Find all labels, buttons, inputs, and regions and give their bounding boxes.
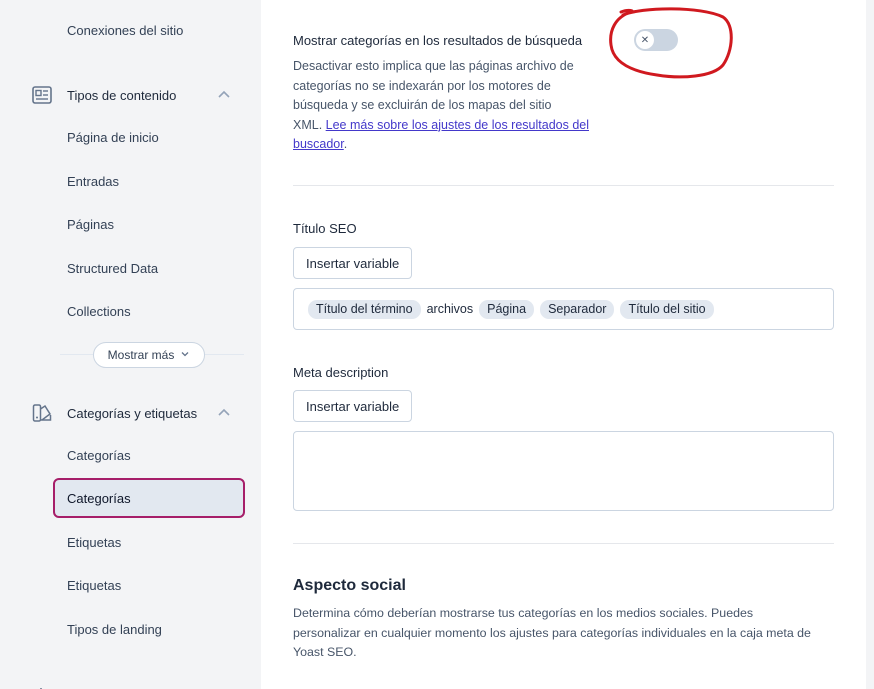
description-line: Desactivar esto implica que las páginas … (293, 59, 574, 73)
description-text: XML. (293, 117, 326, 132)
sidebar-item-home-page[interactable]: Página de inicio (67, 130, 159, 146)
description-line: buscador. (293, 135, 603, 155)
variable-chip-site-title[interactable]: Título del sitio (620, 299, 714, 319)
search-results-description: Desactivar esto implica que las páginas … (293, 57, 603, 155)
description-text: . (343, 137, 348, 151)
section-taxonomies-label: Categorías y etiquetas (67, 405, 198, 421)
social-appearance-description: Determina cómo deberían mostrarse tus ca… (293, 604, 838, 663)
variable-chip-separator[interactable]: Separador (540, 299, 615, 319)
seo-title-input[interactable]: Título del término archivos Página Separ… (293, 288, 834, 330)
sidebar-item-tags-2[interactable]: Etiquetas (67, 578, 121, 594)
insert-variable-button[interactable]: Insertar variable (293, 247, 413, 279)
sidebar-item-categories[interactable]: Categorías (67, 448, 131, 464)
sidebar-item-posts[interactable]: Entradas (67, 174, 119, 190)
search-results-label: Mostrar categorías en los resultados de … (293, 33, 583, 48)
main-panel: Mostrar categorías en los resultados de … (261, 0, 866, 689)
partial-icon (33, 682, 49, 689)
show-more-button[interactable]: Mostrar más (93, 342, 205, 368)
description-line: Determina cómo deberían mostrarse tus ca… (293, 606, 754, 620)
sidebar-item-landing-types[interactable]: Tipos de landing (67, 622, 162, 638)
description-line: XML. Lee más sobre los ajustes de los re… (293, 116, 603, 136)
variable-chip-term-title[interactable]: Título del término (308, 299, 421, 319)
sidebar: Conexiones del sitio Tipos de contenido … (0, 0, 260, 689)
meta-description-input[interactable] (293, 431, 834, 511)
search-settings-link[interactable]: Lee más sobre los ajustes de los resulta… (326, 118, 589, 132)
annotation-circle (609, 7, 733, 79)
sidebar-item-collections[interactable]: Collections (67, 304, 131, 320)
description-line: personalizar en cualquier momento los aj… (293, 625, 811, 640)
sidebar-item-categories-active[interactable]: Categorías (53, 478, 245, 518)
chevron-down-icon (180, 348, 190, 362)
divider (293, 185, 834, 186)
sidebar-item-structured-data[interactable]: Structured Data (67, 261, 158, 277)
chevron-up-icon[interactable] (216, 405, 232, 421)
variable-chip-page[interactable]: Página (479, 299, 535, 319)
description-line: Yoast SEO. (293, 645, 357, 659)
chevron-up-icon[interactable] (216, 87, 232, 103)
seo-title-label: Título SEO (293, 221, 357, 236)
document-icon (30, 84, 54, 106)
search-settings-link-cont[interactable]: buscador (293, 137, 344, 151)
right-gutter (866, 0, 874, 689)
sidebar-item-tags[interactable]: Etiquetas (67, 535, 121, 551)
sidebar-item-site-connections[interactable]: Conexiones del sitio (67, 23, 183, 39)
description-line: búsqueda y se excluirán de los mapas del… (293, 98, 552, 112)
show-more-label: Mostrar más (107, 348, 175, 362)
section-content-types-label: Tipos de contenido (67, 87, 177, 103)
section-content-types[interactable]: Tipos de contenido (30, 84, 230, 106)
description-line: categorías no se indexarán por los motor… (293, 78, 551, 93)
section-taxonomies[interactable]: Categorías y etiquetas (30, 402, 230, 424)
divider (293, 543, 834, 544)
social-appearance-title: Aspecto social (293, 577, 406, 594)
sidebar-item-pages[interactable]: Páginas (67, 217, 114, 233)
seo-title-text: archivos (426, 302, 474, 316)
insert-variable-button[interactable]: Insertar variable (293, 390, 413, 422)
tag-shapes-icon (30, 402, 54, 424)
meta-description-label: Meta description (293, 365, 389, 380)
